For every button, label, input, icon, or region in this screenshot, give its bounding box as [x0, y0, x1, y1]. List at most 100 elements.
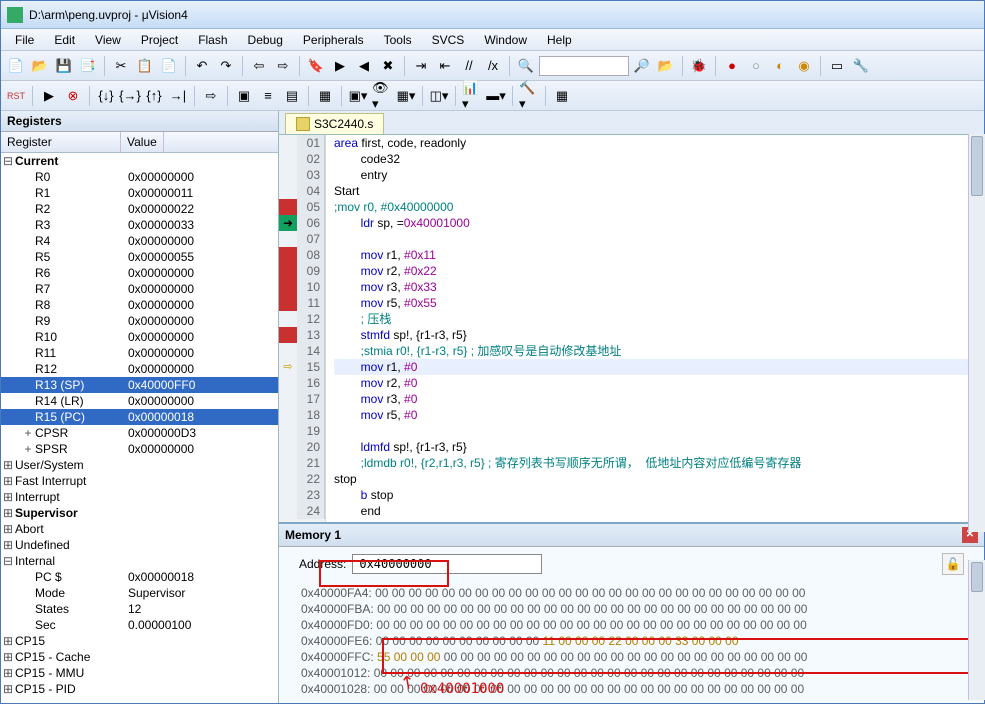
- reg-row[interactable]: +CPSR0x000000D3: [1, 425, 278, 441]
- gutter-line[interactable]: ⇨15: [279, 359, 325, 375]
- code-line[interactable]: b stop: [334, 487, 984, 503]
- window-icon[interactable]: ▭: [826, 55, 848, 77]
- nav-back-icon[interactable]: ⇦: [248, 55, 270, 77]
- step-over-icon[interactable]: {→}: [119, 85, 141, 107]
- reg-row[interactable]: R60x00000000: [1, 265, 278, 281]
- reg-row[interactable]: R120x00000000: [1, 361, 278, 377]
- menu-file[interactable]: File: [5, 31, 44, 49]
- reset-icon[interactable]: RST: [5, 85, 27, 107]
- memory-dump[interactable]: 0x40000FA4: 00 00 00 00 00 00 00 00 00 0…: [279, 585, 984, 703]
- reg-row[interactable]: R80x00000000: [1, 297, 278, 313]
- reg-group[interactable]: ⊞Undefined: [1, 537, 278, 553]
- serial-icon[interactable]: ◫▾: [428, 85, 450, 107]
- code-line[interactable]: mov r1, #0: [334, 359, 984, 375]
- analyzer-icon[interactable]: 📊▾: [461, 85, 483, 107]
- toolbox-icon[interactable]: 🔨▾: [518, 85, 540, 107]
- gutter-line[interactable]: 02: [279, 151, 325, 167]
- symbols-icon[interactable]: ▤: [281, 85, 303, 107]
- menu-help[interactable]: Help: [537, 31, 582, 49]
- reg-row[interactable]: Sec0.00000100: [1, 617, 278, 633]
- run-cursor-icon[interactable]: →|: [167, 85, 189, 107]
- menu-flash[interactable]: Flash: [188, 31, 237, 49]
- reg-row[interactable]: R40x00000000: [1, 233, 278, 249]
- gutter-line[interactable]: 23: [279, 487, 325, 503]
- reg-group[interactable]: ⊟Current: [1, 153, 278, 169]
- bookmark-prev-icon[interactable]: ◀: [353, 55, 375, 77]
- step-icon[interactable]: {↓}: [95, 85, 117, 107]
- debug-icon[interactable]: 🐞: [688, 55, 710, 77]
- code-line[interactable]: mov r5, #0: [334, 407, 984, 423]
- editor-scrollbar[interactable]: [968, 134, 985, 532]
- reg-group[interactable]: ⊞CP15 - PID: [1, 681, 278, 697]
- comment-icon[interactable]: //: [458, 55, 480, 77]
- reg-row[interactable]: +SPSR0x00000000: [1, 441, 278, 457]
- gutter-line[interactable]: 12: [279, 311, 325, 327]
- menu-window[interactable]: Window: [474, 31, 537, 49]
- paste-icon[interactable]: 📄: [158, 55, 180, 77]
- code-line[interactable]: area first, code, readonly: [334, 135, 984, 151]
- gutter-line[interactable]: 09: [279, 263, 325, 279]
- reg-row[interactable]: R90x00000000: [1, 313, 278, 329]
- reg-row[interactable]: R14 (LR)0x00000000: [1, 393, 278, 409]
- gutter-line[interactable]: 05: [279, 199, 325, 215]
- stop-icon[interactable]: ⊗: [62, 85, 84, 107]
- cmd-icon[interactable]: ▣: [233, 85, 255, 107]
- watch-icon[interactable]: 👁▾: [371, 85, 393, 107]
- breakpoint-icon[interactable]: ●: [721, 55, 743, 77]
- code-line[interactable]: ldr sp, =0x40001000: [334, 215, 984, 231]
- update-icon[interactable]: ▦: [551, 85, 573, 107]
- reg-group[interactable]: ⊞Abort: [1, 521, 278, 537]
- reg-group[interactable]: ⊞Fast Interrupt: [1, 473, 278, 489]
- reg-row[interactable]: R20x00000022: [1, 201, 278, 217]
- callstack-icon[interactable]: ▣▾: [347, 85, 369, 107]
- find-next-icon[interactable]: 🔎: [631, 55, 653, 77]
- code-line[interactable]: mov r5, #0x55: [334, 295, 984, 311]
- code-line[interactable]: mov r2, #0: [334, 375, 984, 391]
- gutter-line[interactable]: 13: [279, 327, 325, 343]
- find-combo[interactable]: [539, 56, 629, 76]
- code-line[interactable]: mov r1, #0x11: [334, 247, 984, 263]
- show-next-icon[interactable]: ⇨: [200, 85, 222, 107]
- gutter-line[interactable]: ➜06: [279, 215, 325, 231]
- code-line[interactable]: Start: [334, 183, 984, 199]
- gutter-line[interactable]: 14: [279, 343, 325, 359]
- menu-view[interactable]: View: [85, 31, 131, 49]
- registers-tree[interactable]: ⊟CurrentR00x00000000R10x00000011R20x0000…: [1, 153, 278, 703]
- reg-row[interactable]: ModeSupervisor: [1, 585, 278, 601]
- gutter-line[interactable]: 08: [279, 247, 325, 263]
- reg-row[interactable]: R30x00000033: [1, 217, 278, 233]
- menu-edit[interactable]: Edit: [44, 31, 85, 49]
- copy-icon[interactable]: 📋: [134, 55, 156, 77]
- new-icon[interactable]: 📄: [5, 55, 27, 77]
- reg-group[interactable]: ⊞CP15: [1, 633, 278, 649]
- reg-row[interactable]: R00x00000000: [1, 169, 278, 185]
- lock-icon[interactable]: 🔓: [942, 553, 964, 575]
- reg-row[interactable]: R50x00000055: [1, 249, 278, 265]
- gutter-line[interactable]: 10: [279, 279, 325, 295]
- gutter-line[interactable]: 18: [279, 407, 325, 423]
- reg-row[interactable]: PC $0x00000018: [1, 569, 278, 585]
- code-line[interactable]: [334, 423, 984, 439]
- bp-killall-icon[interactable]: ◉: [793, 55, 815, 77]
- code-line[interactable]: code32: [334, 151, 984, 167]
- disasm-icon[interactable]: ≡: [257, 85, 279, 107]
- menu-tools[interactable]: Tools: [374, 31, 422, 49]
- code-line[interactable]: [334, 231, 984, 247]
- reg-group[interactable]: ⊞CP15 - Cache: [1, 649, 278, 665]
- gutter-line[interactable]: 21: [279, 455, 325, 471]
- undo-icon[interactable]: ↶: [191, 55, 213, 77]
- menu-peripherals[interactable]: Peripherals: [293, 31, 374, 49]
- tab-file[interactable]: S3C2440.s: [285, 113, 384, 134]
- code-line[interactable]: mov r2, #0x22: [334, 263, 984, 279]
- reg-row[interactable]: R70x00000000: [1, 281, 278, 297]
- code-line[interactable]: mov r3, #0x33: [334, 279, 984, 295]
- memory-scrollbar[interactable]: [968, 560, 985, 700]
- gutter-line[interactable]: 22: [279, 471, 325, 487]
- open-icon[interactable]: 📂: [29, 55, 51, 77]
- bookmark-clear-icon[interactable]: ✖: [377, 55, 399, 77]
- reg-group[interactable]: ⊞CP15 - MMU: [1, 665, 278, 681]
- save-icon[interactable]: 💾: [53, 55, 75, 77]
- reg-group[interactable]: ⊞Interrupt: [1, 489, 278, 505]
- registers-icon[interactable]: ▦: [314, 85, 336, 107]
- reg-row[interactable]: R10x00000011: [1, 185, 278, 201]
